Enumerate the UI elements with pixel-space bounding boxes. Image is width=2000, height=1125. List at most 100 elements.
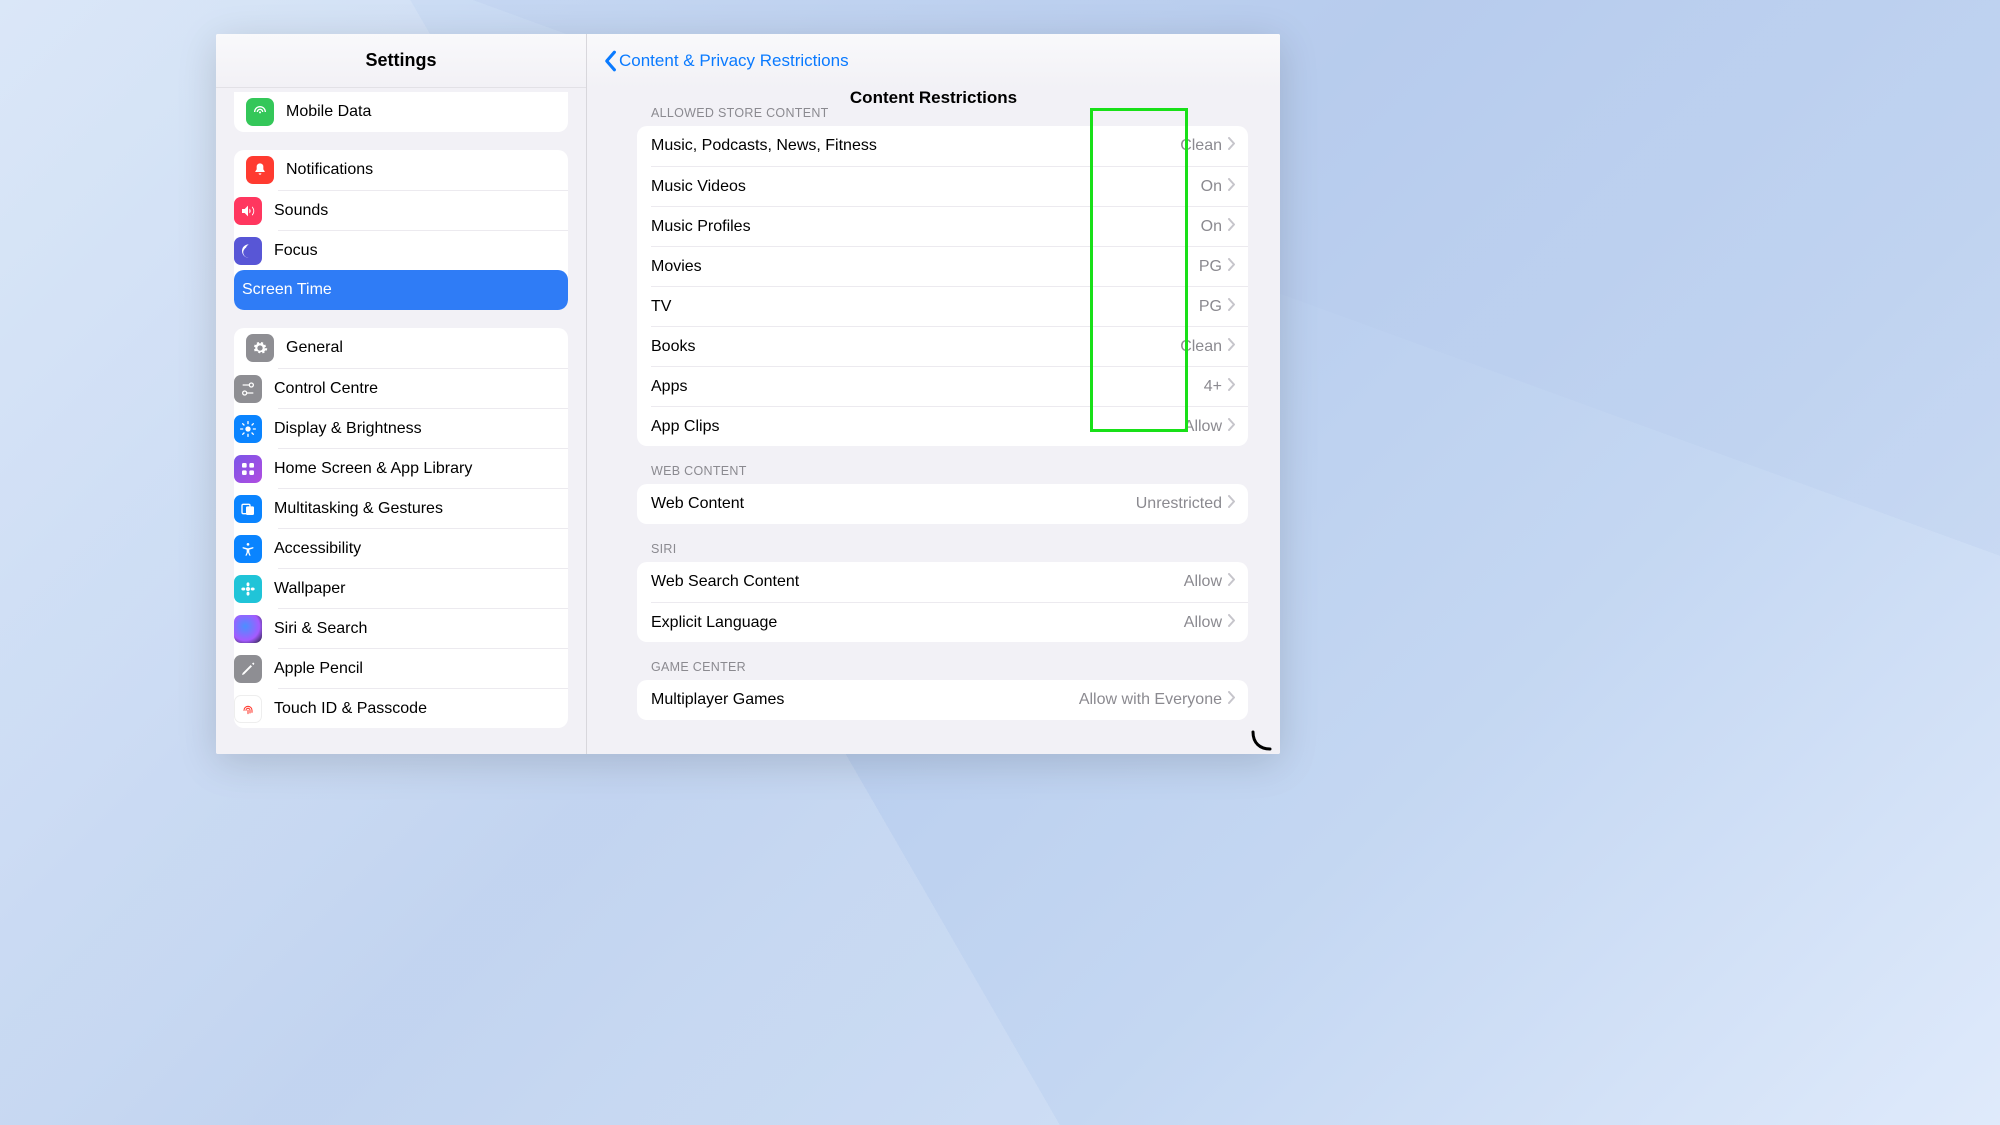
chevron-right-icon bbox=[1228, 258, 1236, 276]
bell-icon bbox=[246, 156, 274, 184]
sidebar-item-sounds[interactable]: Sounds bbox=[278, 190, 568, 230]
row-value: On bbox=[1201, 218, 1222, 236]
row-value: 4+ bbox=[1204, 378, 1222, 396]
sidebar-item-label: Accessibility bbox=[274, 540, 556, 558]
main-scroll[interactable]: Allowed Store Content Music, Podcasts, N… bbox=[587, 88, 1280, 754]
row-explicit-language[interactable]: Explicit Language Allow bbox=[651, 602, 1248, 642]
sidebar-item-label: Notifications bbox=[286, 161, 556, 179]
sidebar-item-mobile-data[interactable]: Mobile Data bbox=[234, 92, 568, 132]
fingerprint-icon bbox=[234, 695, 262, 723]
row-label: TV bbox=[651, 298, 1199, 316]
sidebar-group-alerts: Notifications Sounds Focus bbox=[234, 150, 568, 310]
chevron-right-icon bbox=[1228, 298, 1236, 316]
back-button-label: Content & Privacy Restrictions bbox=[619, 51, 849, 71]
switches-icon bbox=[234, 375, 262, 403]
sidebar-item-display-brightness[interactable]: Display & Brightness bbox=[278, 408, 568, 448]
sidebar-title: Settings bbox=[216, 34, 586, 88]
sidebar-item-screen-time[interactable]: Screen Time bbox=[234, 270, 568, 310]
row-label: Web Search Content bbox=[651, 573, 1184, 591]
sidebar-item-label: Apple Pencil bbox=[274, 660, 556, 678]
chevron-right-icon bbox=[1228, 378, 1236, 396]
section-header-gamecenter: Game Center bbox=[651, 660, 1248, 674]
row-web-search-content[interactable]: Web Search Content Allow bbox=[637, 562, 1248, 602]
row-music-videos[interactable]: Music Videos On bbox=[651, 166, 1248, 206]
row-value: Clean bbox=[1180, 338, 1222, 356]
sidebar-item-multitasking[interactable]: Multitasking & Gestures bbox=[278, 488, 568, 528]
chevron-right-icon bbox=[1228, 178, 1236, 196]
row-apps[interactable]: Apps 4+ bbox=[651, 366, 1248, 406]
row-tv[interactable]: TV PG bbox=[651, 286, 1248, 326]
row-app-clips[interactable]: App Clips Allow bbox=[651, 406, 1248, 446]
sidebar-item-notifications[interactable]: Notifications bbox=[234, 150, 568, 190]
row-label: Multiplayer Games bbox=[651, 691, 1079, 709]
row-web-content[interactable]: Web Content Unrestricted bbox=[637, 484, 1248, 524]
row-movies[interactable]: Movies PG bbox=[651, 246, 1248, 286]
sun-icon bbox=[234, 415, 262, 443]
sidebar-item-label: General bbox=[286, 339, 556, 357]
rectangles-icon bbox=[234, 495, 262, 523]
chevron-right-icon bbox=[1228, 137, 1236, 155]
chevron-right-icon bbox=[1228, 418, 1236, 436]
row-label: Web Content bbox=[651, 495, 1136, 513]
section-header-store: Allowed Store Content bbox=[651, 106, 1248, 120]
row-label: Music Profiles bbox=[651, 218, 1201, 236]
row-value: Allow bbox=[1184, 614, 1222, 632]
chevron-right-icon bbox=[1228, 691, 1236, 709]
row-label: App Clips bbox=[651, 418, 1184, 436]
sidebar-group-system: General Control Centre Display & Brightn… bbox=[234, 328, 568, 728]
moon-icon bbox=[234, 237, 262, 265]
annotation-page-curl bbox=[1250, 729, 1272, 751]
back-button[interactable]: Content & Privacy Restrictions bbox=[603, 50, 849, 72]
sidebar-item-general[interactable]: General bbox=[234, 328, 568, 368]
sidebar-item-accessibility[interactable]: Accessibility bbox=[278, 528, 568, 568]
antenna-icon bbox=[246, 98, 274, 126]
settings-main: Content & Privacy Restrictions Content R… bbox=[587, 34, 1280, 754]
gear-icon bbox=[246, 334, 274, 362]
sidebar-item-label: Touch ID & Passcode bbox=[274, 700, 556, 718]
person-icon bbox=[234, 535, 262, 563]
settings-sidebar: Settings Mobile Data Notifications bbox=[216, 34, 587, 754]
list-web-content: Web Content Unrestricted bbox=[637, 484, 1248, 524]
row-books[interactable]: Books Clean bbox=[651, 326, 1248, 366]
row-value: Unrestricted bbox=[1136, 495, 1222, 513]
sidebar-title-text: Settings bbox=[365, 50, 436, 71]
row-value: Allow bbox=[1184, 418, 1222, 436]
siri-icon bbox=[234, 615, 262, 643]
section-header-siri: Siri bbox=[651, 542, 1248, 556]
sidebar-item-touch-id[interactable]: Touch ID & Passcode bbox=[278, 688, 568, 728]
row-value: PG bbox=[1199, 298, 1222, 316]
sidebar-item-label: Siri & Search bbox=[274, 620, 556, 638]
sidebar-item-home-screen[interactable]: Home Screen & App Library bbox=[278, 448, 568, 488]
list-gamecenter: Multiplayer Games Allow with Everyone bbox=[637, 680, 1248, 720]
row-music-podcasts[interactable]: Music, Podcasts, News, Fitness Clean bbox=[637, 126, 1248, 166]
chevron-right-icon bbox=[1228, 495, 1236, 513]
sidebar-item-control-centre[interactable]: Control Centre bbox=[278, 368, 568, 408]
chevron-right-icon bbox=[1228, 614, 1236, 632]
list-siri: Web Search Content Allow Explicit Langua… bbox=[637, 562, 1248, 642]
sidebar-item-siri-search[interactable]: Siri & Search bbox=[278, 608, 568, 648]
sidebar-item-wallpaper[interactable]: Wallpaper bbox=[278, 568, 568, 608]
row-multiplayer-games[interactable]: Multiplayer Games Allow with Everyone bbox=[637, 680, 1248, 720]
row-label: Explicit Language bbox=[651, 614, 1184, 632]
row-value: Allow bbox=[1184, 573, 1222, 591]
sidebar-item-label: Home Screen & App Library bbox=[274, 460, 556, 478]
row-label: Apps bbox=[651, 378, 1204, 396]
sidebar-group-network: Mobile Data bbox=[234, 92, 568, 132]
pencil-icon bbox=[234, 655, 262, 683]
row-value: On bbox=[1201, 178, 1222, 196]
sidebar-item-label: Focus bbox=[274, 242, 556, 260]
sidebar-item-focus[interactable]: Focus bbox=[278, 230, 568, 270]
sidebar-item-label: Sounds bbox=[274, 202, 556, 220]
chevron-right-icon bbox=[1228, 573, 1236, 591]
row-value: Clean bbox=[1180, 137, 1222, 155]
sidebar-scroll[interactable]: Mobile Data Notifications Sounds bbox=[216, 88, 586, 754]
sidebar-item-label: Screen Time bbox=[242, 281, 556, 299]
row-label: Music Videos bbox=[651, 178, 1201, 196]
list-store-content: Music, Podcasts, News, Fitness Clean Mus… bbox=[637, 126, 1248, 446]
sidebar-item-label: Control Centre bbox=[274, 380, 556, 398]
row-music-profiles[interactable]: Music Profiles On bbox=[651, 206, 1248, 246]
sidebar-item-label: Wallpaper bbox=[274, 580, 556, 598]
grid-icon bbox=[234, 455, 262, 483]
sidebar-item-label: Display & Brightness bbox=[274, 420, 556, 438]
sidebar-item-apple-pencil[interactable]: Apple Pencil bbox=[278, 648, 568, 688]
